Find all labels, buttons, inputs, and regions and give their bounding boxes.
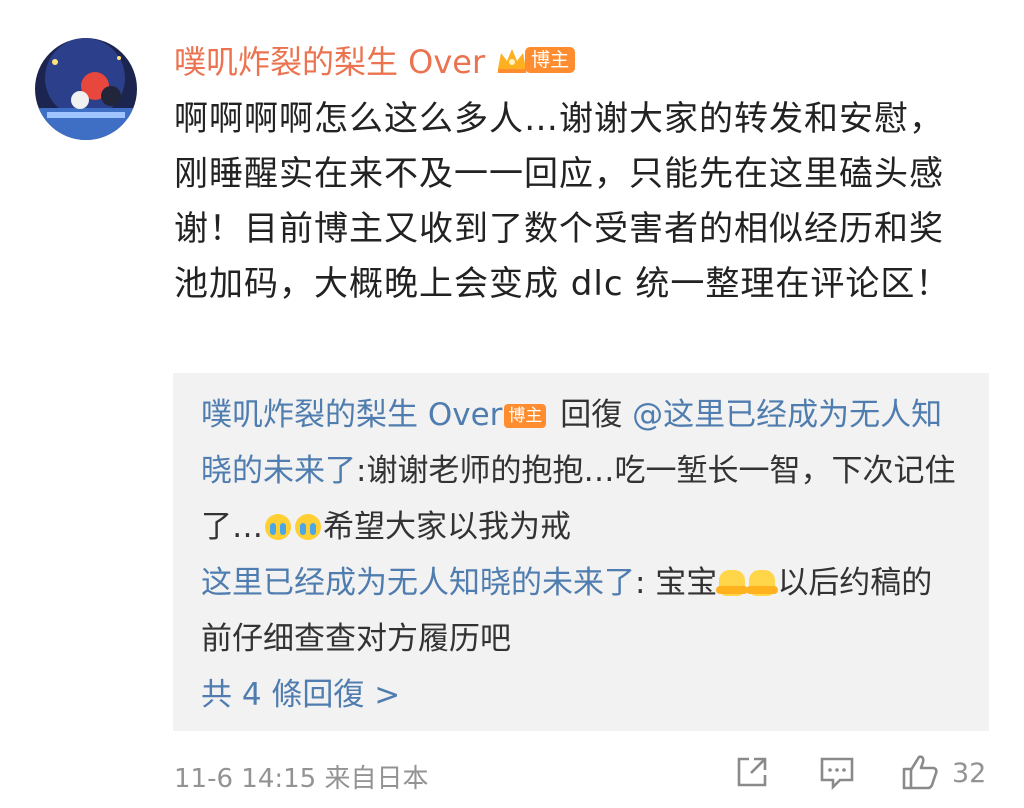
comment-author-name[interactable]: 噗叽炸裂的梨生 Over [174,37,485,83]
reply-author-name[interactable]: 噗叽炸裂的梨生 Over [201,397,502,433]
comment-meta: 11-6 14:15 来自日本 [174,758,428,795]
cry-emoji-icon [295,514,321,540]
avatar[interactable] [35,38,137,140]
comment-timestamp: 11-6 14:15 [174,764,317,794]
reply-item[interactable]: 噗叽炸裂的梨生 Over 博主 回復 @这里已经成为无人知晓的未来了:谢谢老师的抱… [201,387,961,555]
replies-box[interactable]: 噗叽炸裂的梨生 Over 博主 回復 @这里已经成为无人知晓的未来了:谢谢老师的抱… [173,373,989,731]
like-count: 32 [952,758,987,789]
reply-item[interactable]: 这里已经成为无人知晓的未来了: 宝宝 以后约稿的前仔细查查对方履历吧 [201,555,961,667]
reply-author-name[interactable]: 这里已经成为无人知晓的未来了 [201,565,635,601]
comment-icon[interactable] [818,754,856,792]
reply-text-end: 希望大家以我为戒 [323,509,571,545]
more-replies-link[interactable]: 共 4 條回復 > [201,667,961,723]
comment-source: 来自日本 [324,764,429,794]
author-badge: 博主 [525,47,576,73]
comment-header: 噗叽炸裂的梨生 Over 博主 [174,36,576,84]
reply-text: : 宝宝 [635,565,718,601]
crown-vip-icon [498,49,527,73]
share-icon[interactable] [734,754,770,790]
cry-emoji-icon [265,514,291,540]
comment-text: 啊啊啊啊怎么这么多人…谢谢大家的转发和安慰，刚睡醒实在来不及一一回应，只能先在这… [174,99,951,304]
comment-footer: 11-6 14:15 来自日本 32 [174,752,994,796]
avatar-image [35,38,137,140]
hug-emoji-icon [716,570,749,596]
like-icon[interactable] [900,752,940,792]
hug-emoji-icon [746,570,779,596]
reply-word: 回復 [550,397,633,433]
reply-author-badge: 博主 [504,404,547,428]
